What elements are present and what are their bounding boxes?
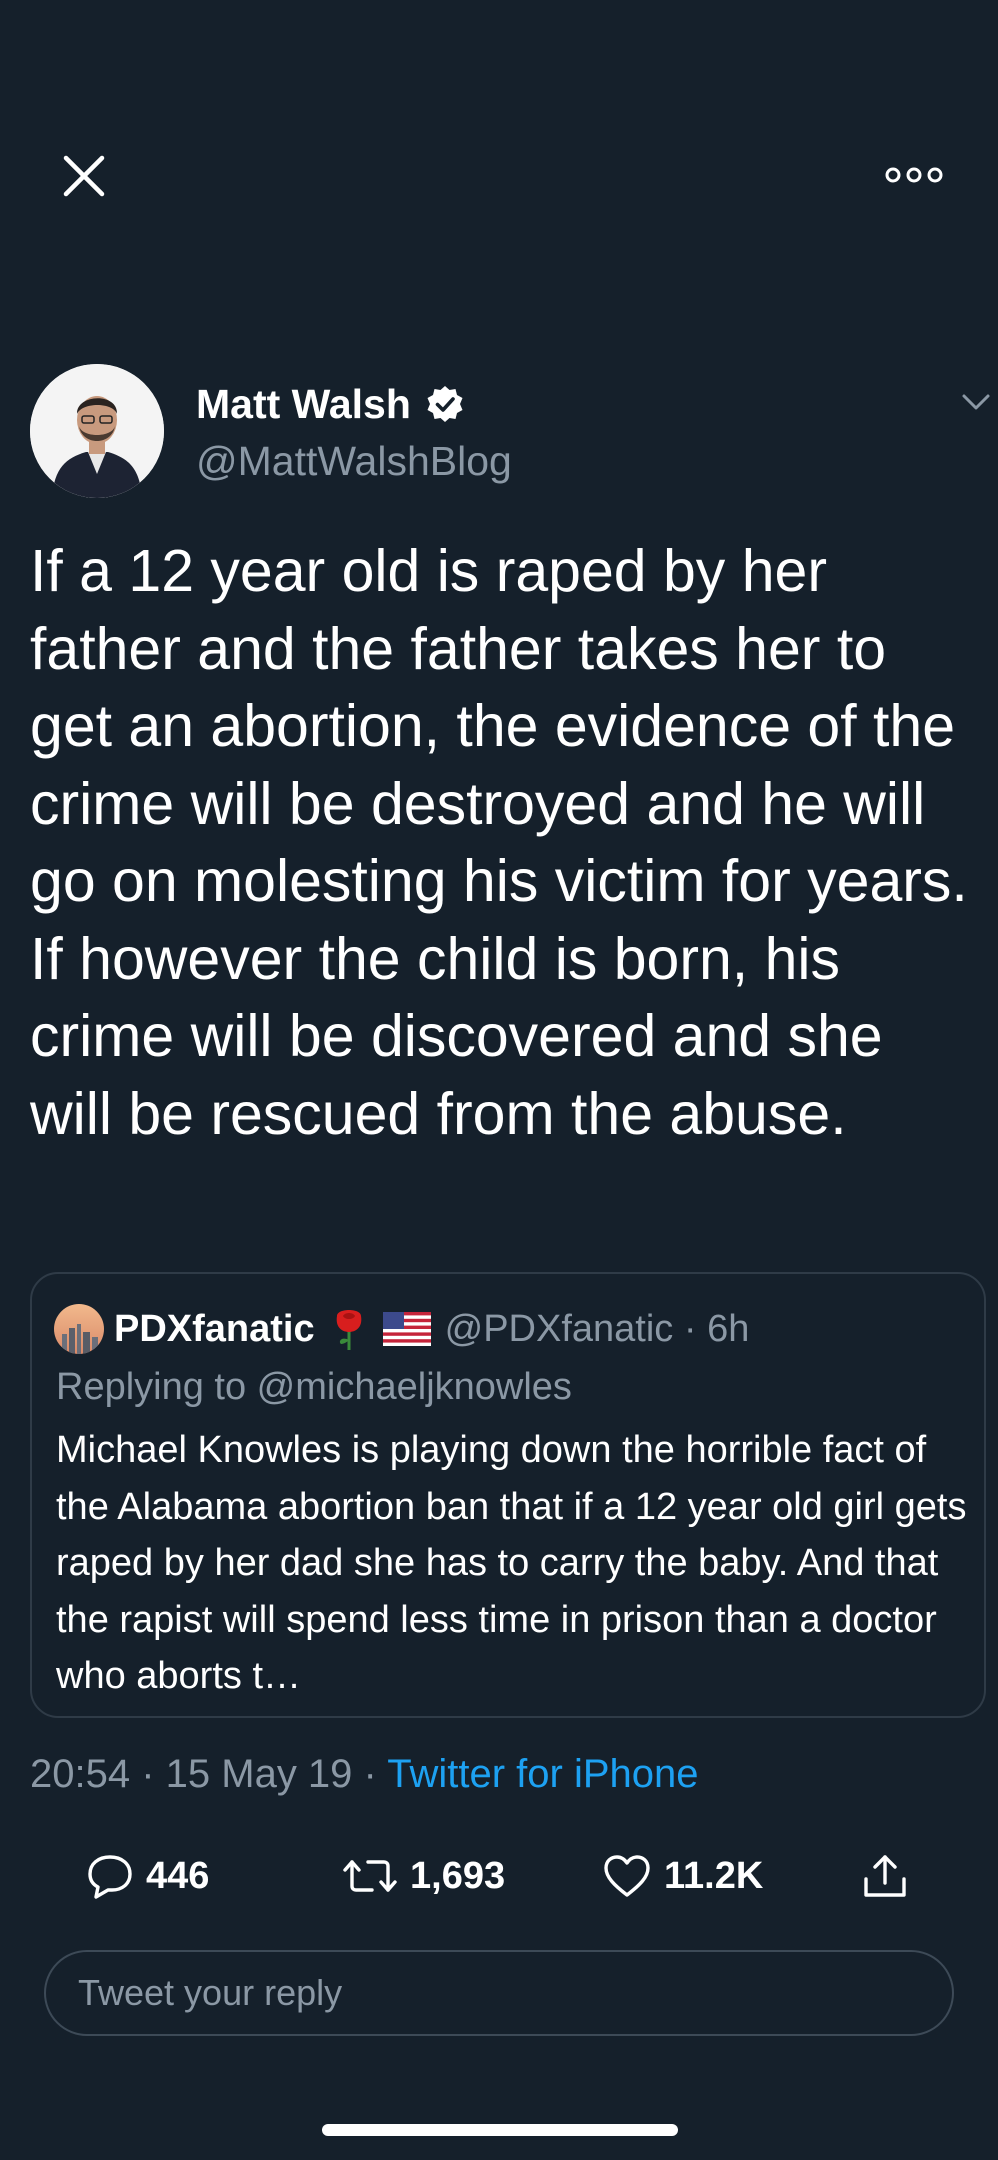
tweet-actions: 446 1,693 11.2K <box>0 1842 998 1910</box>
rose-emoji-icon <box>336 1310 361 1350</box>
author-name-row[interactable]: Matt Walsh <box>196 376 465 432</box>
chevron-down-icon <box>962 394 990 410</box>
home-indicator[interactable] <box>322 2124 678 2136</box>
tweet-datetime: 20:54 · 15 May 19 · <box>30 1752 388 1796</box>
reply-input-placeholder: Tweet your reply <box>78 1972 343 2013</box>
verified-badge-icon <box>427 386 463 422</box>
heart-icon <box>604 1855 650 1897</box>
quoted-tweet[interactable]: PDXfanatic @PDXfanatic · 6h Replying to … <box>30 1272 986 1718</box>
like-button[interactable]: 11.2K <box>602 1842 763 1910</box>
avatar[interactable] <box>30 364 164 498</box>
replying-to-label: Replying to <box>56 1366 257 1408</box>
top-bar <box>0 0 998 360</box>
quoted-tweet-header: PDXfanatic @PDXfanatic · 6h <box>54 1302 749 1356</box>
reply-input[interactable]: Tweet your reply <box>44 1950 954 2036</box>
quoted-avatar <box>54 1304 104 1354</box>
reply-count: 446 <box>146 1854 210 1897</box>
quoted-author-handle-time: @PDXfanatic · 6h <box>444 1307 750 1350</box>
reply-icon <box>88 1855 132 1899</box>
tweet-meta: 20:54 · 15 May 19 · Twitter for iPhone <box>30 1752 699 1797</box>
retweet-count: 1,693 <box>410 1854 506 1897</box>
avatar-image <box>30 364 164 498</box>
replying-to-mention[interactable]: @michaeljknowles <box>257 1366 572 1408</box>
share-icon <box>864 1855 906 1897</box>
author-name: Matt Walsh <box>196 380 411 427</box>
quoted-tweet-text: Michael Knowles is playing down the horr… <box>56 1429 967 1697</box>
author-handle[interactable]: @MattWalshBlog <box>196 438 512 485</box>
like-count: 11.2K <box>664 1854 764 1897</box>
quoted-author-name: PDXfanatic <box>114 1307 315 1350</box>
reply-button[interactable]: 446 <box>86 1842 209 1910</box>
retweet-icon <box>343 1860 397 1892</box>
close-button[interactable] <box>58 150 110 202</box>
more-options-button[interactable] <box>884 160 944 190</box>
more-options-icon <box>885 167 943 183</box>
quoted-replying-to: Replying to @michaeljknowles <box>56 1366 572 1409</box>
tweet-text: If a 12 year old is raped by her father … <box>30 538 968 1147</box>
retweet-button[interactable]: 1,693 <box>342 1842 505 1910</box>
close-icon <box>63 155 105 197</box>
share-button[interactable] <box>860 1842 910 1910</box>
tweet-author: Matt Walsh @MattWalshBlog <box>30 364 970 504</box>
tweet-source-link[interactable]: Twitter for iPhone <box>387 1752 698 1796</box>
tweet-menu-button[interactable] <box>958 384 994 420</box>
us-flag-icon <box>382 1312 431 1346</box>
